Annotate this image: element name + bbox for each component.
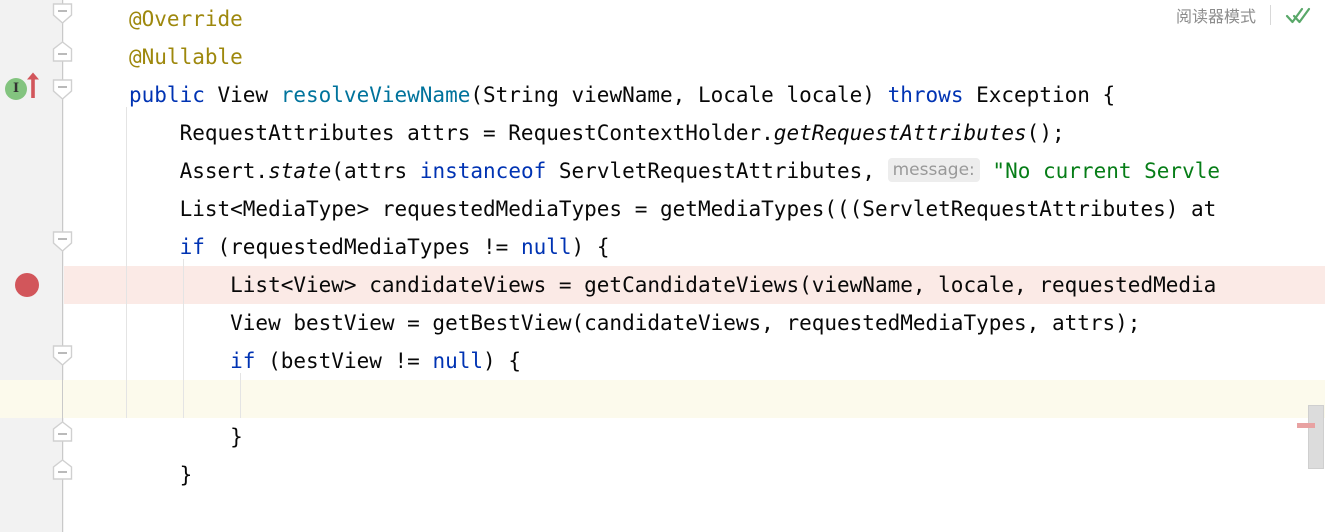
fold-marker-end-icon[interactable] (52, 459, 73, 480)
code-token: RequestAttributes attrs = RequestContext… (129, 121, 774, 145)
code-token: state (268, 159, 332, 183)
code-token: Assert. (129, 159, 269, 183)
code-token: (attrs (331, 159, 420, 183)
code-token: getRequestAttributes (773, 121, 1027, 145)
status-separator (1270, 5, 1271, 25)
code-token: ) { (571, 235, 610, 259)
code-token: List<View> candidateViews = getCandidate… (129, 273, 1217, 297)
code-line[interactable]: RequestAttributes attrs = RequestContext… (129, 114, 1065, 152)
caret-line-highlight (0, 380, 1325, 418)
code-token: } (129, 425, 243, 449)
arrow-up-icon[interactable] (26, 72, 40, 98)
error-stripe-marker[interactable] (1297, 423, 1315, 428)
code-token: View (204, 83, 281, 107)
code-line[interactable]: @Override (129, 0, 243, 38)
code-token: } (129, 463, 193, 487)
code-token: null (520, 235, 572, 259)
fold-marker-region-icon[interactable] (52, 41, 73, 62)
code-text-area[interactable]: @Override @Nullable public View resolveVie… (64, 0, 1325, 532)
code-line[interactable]: List<MediaType> requestedMediaTypes = ge… (129, 190, 1217, 228)
breakpoint-dot-icon[interactable] (15, 273, 39, 297)
code-token: (String viewName, Locale locale) (470, 83, 888, 107)
code-line[interactable]: if (bestView != null) { (129, 342, 521, 380)
scrollbar-thumb[interactable] (1308, 405, 1324, 469)
code-line[interactable]: List<View> candidateViews = getCandidate… (129, 266, 1216, 304)
code-line[interactable]: Assert.state(attrs instanceof ServletReq… (129, 152, 1220, 190)
editor-status-cluster: 阅读器模式 (1165, 0, 1325, 30)
reader-mode-label[interactable]: 阅读器模式 (1176, 3, 1270, 27)
code-token: if (230, 349, 256, 373)
code-token: null (432, 349, 484, 373)
fold-marker-end-icon[interactable] (52, 3, 73, 24)
code-line[interactable]: } (129, 456, 193, 494)
code-token: throws (887, 83, 964, 107)
code-token: ServletRequestAttributes, (546, 159, 888, 183)
indent-guide (183, 259, 184, 418)
code-token: ) { (483, 349, 521, 373)
code-line[interactable]: if (requestedMediaTypes != null) { (129, 228, 610, 266)
code-token: Exception { (963, 83, 1116, 107)
code-line[interactable]: @Nullable (129, 38, 243, 76)
implemented-method-icon[interactable]: I (5, 78, 27, 100)
code-token: if (179, 235, 205, 259)
code-token: (bestView != (255, 349, 433, 373)
code-token: List<MediaType> requestedMediaTypes = ge… (129, 197, 1217, 221)
code-token: "No current Servle (992, 159, 1220, 183)
code-line[interactable]: } (129, 418, 243, 456)
fold-marker-start-icon[interactable] (52, 231, 73, 252)
code-token: instanceof (419, 159, 547, 183)
fold-marker-end-icon[interactable] (52, 421, 73, 442)
code-token: public (129, 83, 205, 107)
code-token: resolveViewName (280, 83, 471, 107)
code-line[interactable]: View bestView = getBestView(candidateVie… (129, 304, 1140, 342)
code-line[interactable]: public View resolveViewName(String viewN… (129, 76, 1115, 114)
double-check-icon[interactable] (1285, 4, 1311, 26)
code-editor[interactable]: I @Override @Nullable public View resolveV… (0, 0, 1325, 532)
code-token: (); (1026, 121, 1065, 145)
parameter-hint[interactable]: message: (887, 158, 980, 182)
indent-guide (126, 107, 127, 418)
fold-marker-start-icon[interactable] (52, 79, 73, 100)
code-token: View bestView = getBestView(candidateVie… (129, 311, 1141, 335)
code-token: @Nullable (129, 45, 243, 69)
vertical-scrollbar[interactable] (1308, 0, 1325, 532)
indent-guide (240, 373, 241, 418)
code-token: (requestedMediaTypes != (204, 235, 521, 259)
fold-marker-start-icon[interactable] (52, 345, 73, 366)
code-token: @Override (129, 7, 243, 31)
